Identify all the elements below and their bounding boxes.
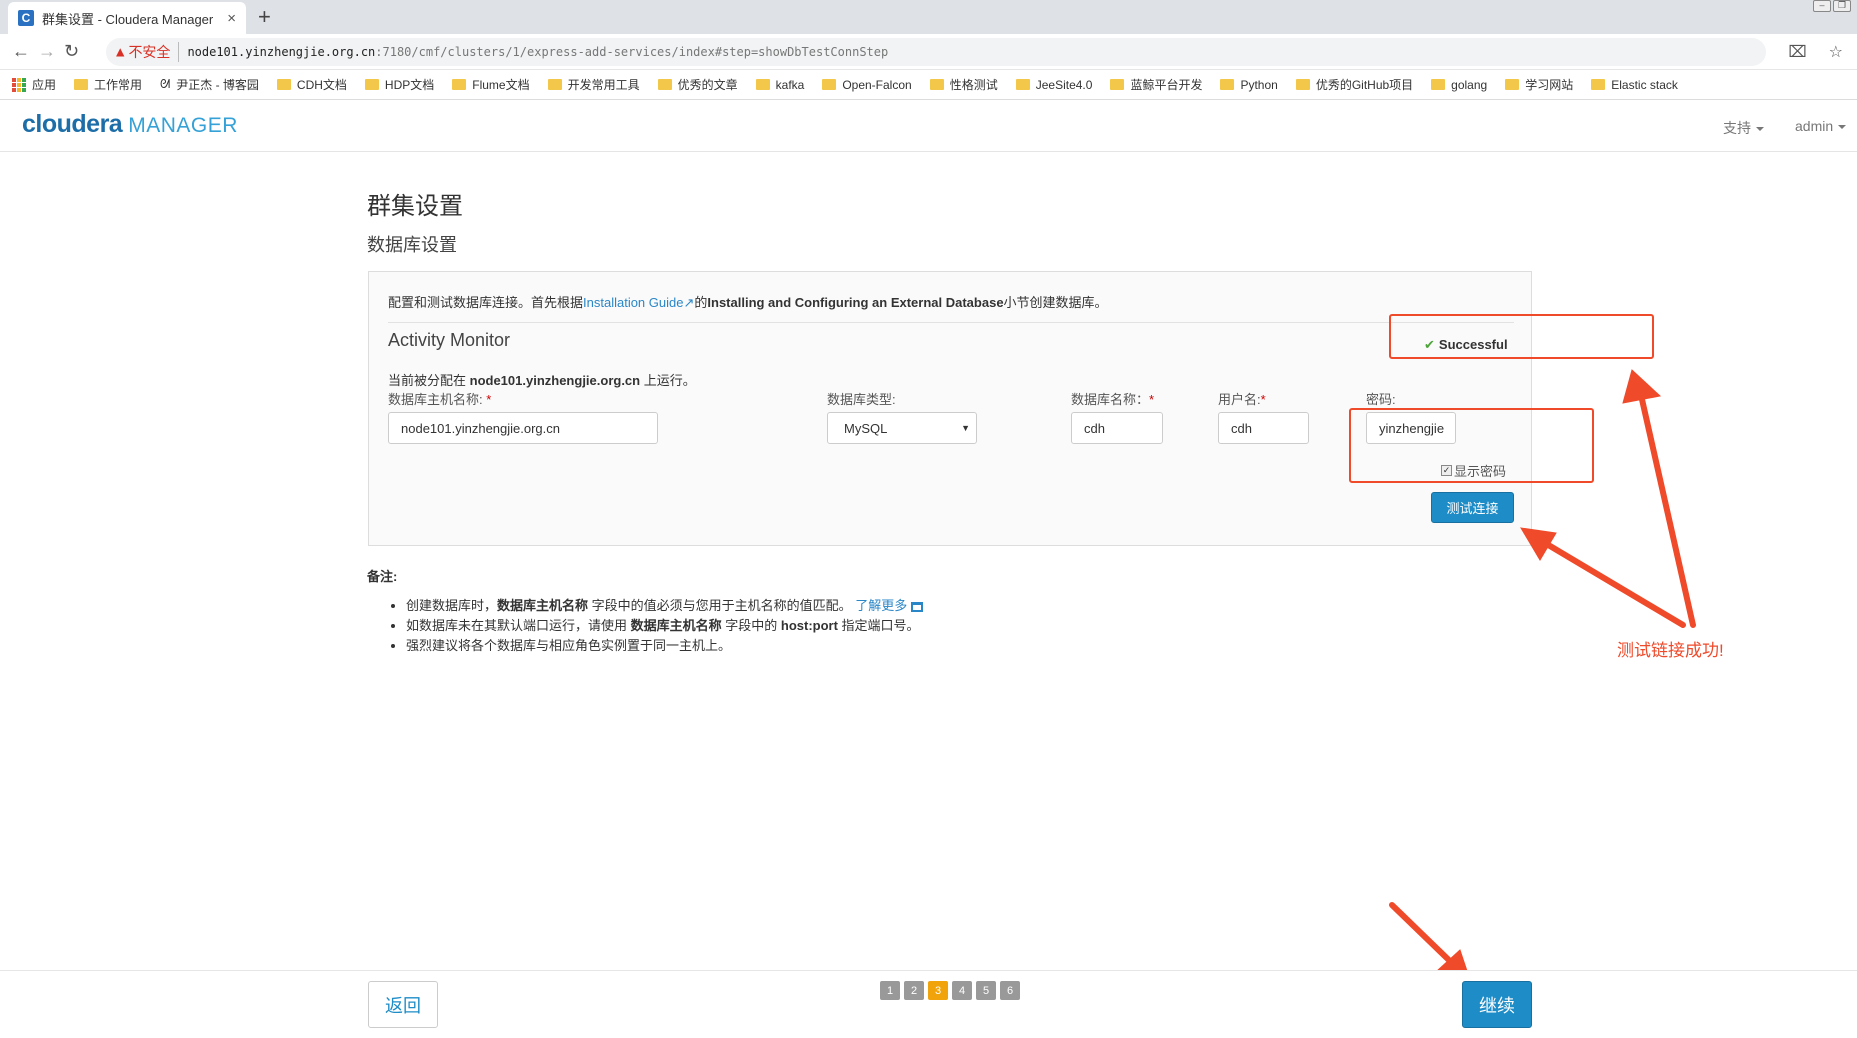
arrowhead-icon (1622, 369, 1662, 404)
arrow-to-test-button (1542, 540, 1686, 628)
continue-button[interactable]: 继续 (1462, 981, 1532, 1028)
step-5[interactable]: 5 (976, 981, 996, 1000)
back-button[interactable]: 返回 (368, 981, 438, 1028)
step-1[interactable]: 1 (880, 981, 900, 1000)
arrow-to-continue (1389, 902, 1457, 968)
annotation-arrows (1389, 369, 1696, 981)
step-6[interactable]: 6 (1000, 981, 1020, 1000)
step-3-current[interactable]: 3 (928, 981, 948, 1000)
step-4[interactable]: 4 (952, 981, 972, 1000)
arrow-to-success (1638, 392, 1696, 628)
step-2[interactable]: 2 (904, 981, 924, 1000)
wizard-footer: 返回 1 2 3 4 5 6 继续 (0, 970, 1857, 1038)
wizard-steps: 1 2 3 4 5 6 (880, 981, 1020, 1000)
